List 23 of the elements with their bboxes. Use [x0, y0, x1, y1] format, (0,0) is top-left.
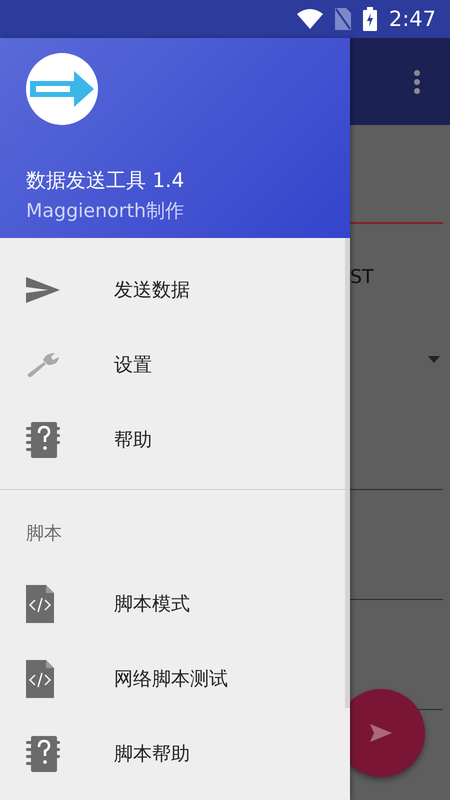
status-time: 2:47	[388, 7, 436, 31]
help-book-icon	[26, 736, 60, 772]
battery-icon	[362, 7, 377, 31]
dropdown-caret-icon[interactable]	[428, 356, 440, 363]
send-icon	[370, 724, 392, 742]
more-icon[interactable]	[414, 70, 420, 94]
app-author: Maggienorth制作	[26, 199, 186, 224]
drawer-item[interactable]: 脚本模式	[0, 566, 344, 641]
code-file-icon	[26, 584, 54, 622]
drawer-item[interactable]: 脚本帮助	[0, 716, 344, 791]
help-book-icon	[26, 422, 60, 458]
field-text: ST	[350, 266, 374, 288]
wrench-icon	[26, 352, 60, 378]
drawer-item[interactable]: 发送数据	[0, 252, 344, 327]
send-icon	[26, 276, 60, 302]
wifi-icon	[296, 9, 323, 29]
code-file-icon	[26, 660, 54, 698]
section-title: 脚本	[25, 522, 63, 546]
drawer-item[interactable]: 网络脚本测试	[0, 641, 344, 716]
app-title: 数据发送工具 1.4	[26, 167, 186, 194]
drawer-item[interactable]: 帮助	[0, 402, 344, 477]
drawer-item[interactable]: 设置	[0, 327, 344, 402]
no-sim-icon	[334, 8, 351, 30]
